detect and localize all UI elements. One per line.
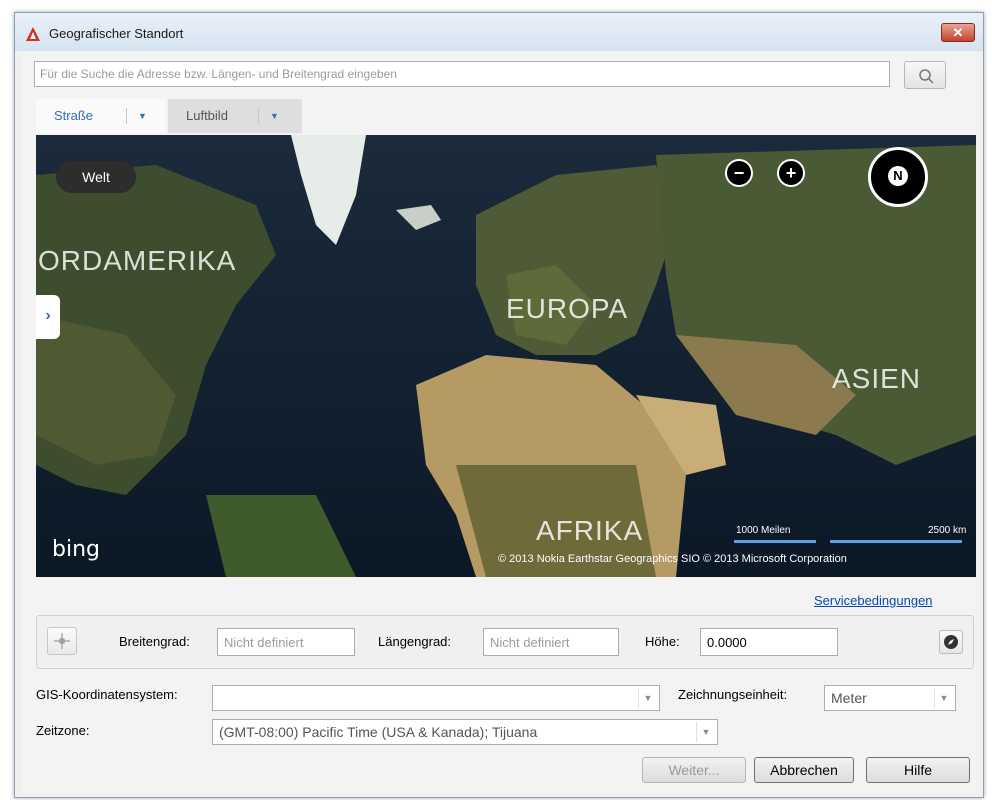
tab-luftbild[interactable]: Luftbild ▼ (168, 99, 302, 133)
longitude-value: Nicht definiert (490, 635, 570, 650)
autocad-logo-icon (26, 27, 40, 41)
map-label-asia: ASIEN (832, 363, 922, 394)
chevron-down-icon[interactable]: ▼ (138, 99, 147, 133)
next-button[interactable]: Weiter... (642, 757, 746, 783)
map-view[interactable]: Welt − + N › ORDAMERIKA EUROPA ASIEN AFR… (36, 135, 976, 577)
map-label-europe: EUROPA (506, 293, 629, 324)
gis-label: GIS-Koordinatensystem: (36, 687, 178, 702)
search-button[interactable] (904, 61, 946, 89)
scale-miles-label: 1000 Meilen (736, 525, 791, 536)
service-terms-link[interactable]: Servicebedingungen (814, 593, 933, 608)
zoom-in-icon[interactable]: + (777, 159, 805, 187)
latitude-label: Breitengrad: (119, 634, 190, 649)
map-copyright: © 2013 Nokia Earthstar Geographics SIO ©… (498, 553, 847, 565)
height-field[interactable]: 0.0000 (700, 628, 838, 656)
pick-location-button[interactable] (47, 627, 77, 655)
timezone-value: (GMT-08:00) Pacific Time (USA & Kanada);… (219, 724, 538, 740)
title-bar[interactable]: Geografischer Standort ✕ (15, 13, 983, 51)
help-button[interactable]: Hilfe (866, 757, 970, 783)
search-icon (919, 69, 934, 84)
height-value: 0.0000 (707, 635, 747, 650)
latitude-value: Nicht definiert (224, 635, 304, 650)
zoom-out-icon[interactable]: − (725, 159, 753, 187)
gis-coordinate-system-select[interactable]: ▼ (212, 685, 660, 711)
compass-icon[interactable]: N (868, 147, 928, 207)
dialog-content: Für die Suche die Adresse bzw. Längen- u… (22, 51, 976, 793)
satellite-map-image (36, 135, 976, 577)
close-button[interactable]: ✕ (941, 23, 975, 42)
window-title: Geografischer Standort (49, 26, 184, 41)
coordinates-panel: Breitengrad: Nicht definiert Längengrad:… (36, 615, 974, 669)
longitude-label: Längengrad: (378, 634, 452, 649)
drawing-units-select[interactable]: Meter ▼ (824, 685, 956, 711)
compass-small-icon (944, 635, 958, 649)
tab-separator (126, 108, 127, 124)
map-label-africa: AFRIKA (536, 515, 644, 546)
tab-strasse[interactable]: Straße ▼ (36, 99, 166, 133)
units-value: Meter (831, 690, 867, 706)
chevron-down-icon[interactable]: ▼ (270, 99, 279, 133)
height-label: Höhe: (645, 634, 680, 649)
side-panel-toggle-icon[interactable]: › (36, 295, 60, 339)
scale-miles-bar (734, 540, 816, 543)
geolocation-button[interactable] (939, 630, 963, 654)
search-input[interactable]: Für die Suche die Adresse bzw. Längen- u… (34, 61, 890, 87)
world-view-button[interactable]: Welt (56, 161, 136, 193)
scale-km-bar (830, 540, 962, 543)
bing-logo: bing (52, 537, 100, 562)
latitude-field[interactable]: Nicht definiert (217, 628, 355, 656)
tab-strasse-label: Straße (54, 108, 94, 123)
cancel-button[interactable]: Abbrechen (754, 757, 854, 783)
units-label: Zeichnungseinheit: (678, 687, 788, 702)
tab-luftbild-label: Luftbild (186, 108, 228, 123)
crosshair-icon (54, 633, 70, 649)
timezone-select[interactable]: (GMT-08:00) Pacific Time (USA & Kanada);… (212, 719, 718, 745)
map-label-north-america: ORDAMERIKA (38, 245, 237, 276)
compass-north-label: N (888, 166, 908, 186)
chevron-down-icon: ▼ (638, 688, 657, 708)
tab-separator (258, 108, 259, 124)
chevron-down-icon: ▼ (696, 722, 715, 742)
dialog-window: Geografischer Standort ✕ Für die Suche d… (14, 12, 984, 798)
chevron-down-icon: ▼ (934, 688, 953, 708)
timezone-label: Zeitzone: (36, 723, 90, 738)
scale-km-label: 2500 km (928, 525, 967, 536)
longitude-field[interactable]: Nicht definiert (483, 628, 619, 656)
